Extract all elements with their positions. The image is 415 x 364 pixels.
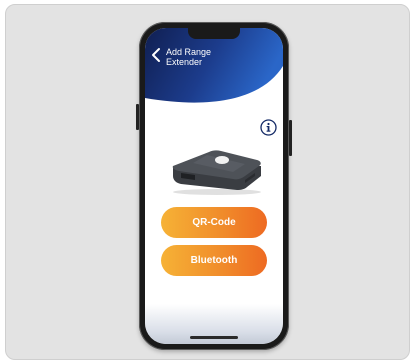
bluetooth-button[interactable]: Bluetooth <box>161 245 267 276</box>
screen-title-line1: Add Range <box>166 47 212 57</box>
phone-notch <box>188 28 240 39</box>
phone-side-button-left <box>136 104 139 130</box>
info-icon[interactable] <box>260 119 277 136</box>
range-extender-device-image <box>172 150 261 195</box>
home-indicator <box>190 336 238 339</box>
qr-code-button[interactable]: QR-Code <box>161 207 267 238</box>
screen-title-line2: Extender <box>166 57 203 67</box>
product-card: Add Range Extender QR-Code Bluetooth <box>5 4 410 360</box>
header-wave-background <box>145 28 283 103</box>
screen-title: Add Range Extender <box>166 47 256 67</box>
phone-mockup: Add Range Extender QR-Code Bluetooth <box>136 22 292 350</box>
phone-side-button-right <box>289 120 292 156</box>
app-screen: Add Range Extender QR-Code Bluetooth <box>145 28 283 344</box>
chevron-left-icon[interactable] <box>151 47 161 63</box>
